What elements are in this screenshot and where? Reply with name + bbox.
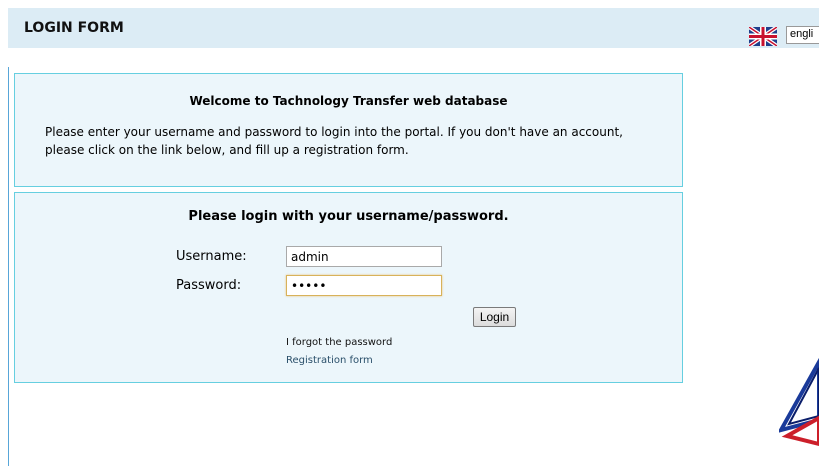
page-title: LOGIN FORM — [24, 20, 124, 36]
password-input[interactable] — [286, 275, 442, 296]
login-button[interactable]: Login — [473, 307, 516, 327]
welcome-panel: Welcome to Tachnology Transfer web datab… — [14, 73, 683, 187]
password-label: Password: — [176, 278, 242, 293]
uk-flag-icon[interactable] — [749, 27, 777, 46]
language-select[interactable]: engli — [786, 26, 819, 44]
username-input[interactable] — [286, 246, 442, 267]
logo-icon — [779, 358, 819, 447]
header-bar: LOGIN FORM — [8, 8, 819, 48]
welcome-text: Please enter your username and password … — [45, 125, 623, 157]
left-divider — [8, 67, 9, 466]
forgot-password-link[interactable]: I forgot the password — [286, 337, 392, 348]
login-panel: Please login with your username/password… — [14, 192, 683, 383]
registration-link[interactable]: Registration form — [286, 355, 373, 366]
welcome-title: Welcome to Tachnology Transfer web datab… — [189, 94, 508, 108]
username-label: Username: — [176, 249, 247, 264]
login-title: Please login with your username/password… — [188, 209, 509, 224]
